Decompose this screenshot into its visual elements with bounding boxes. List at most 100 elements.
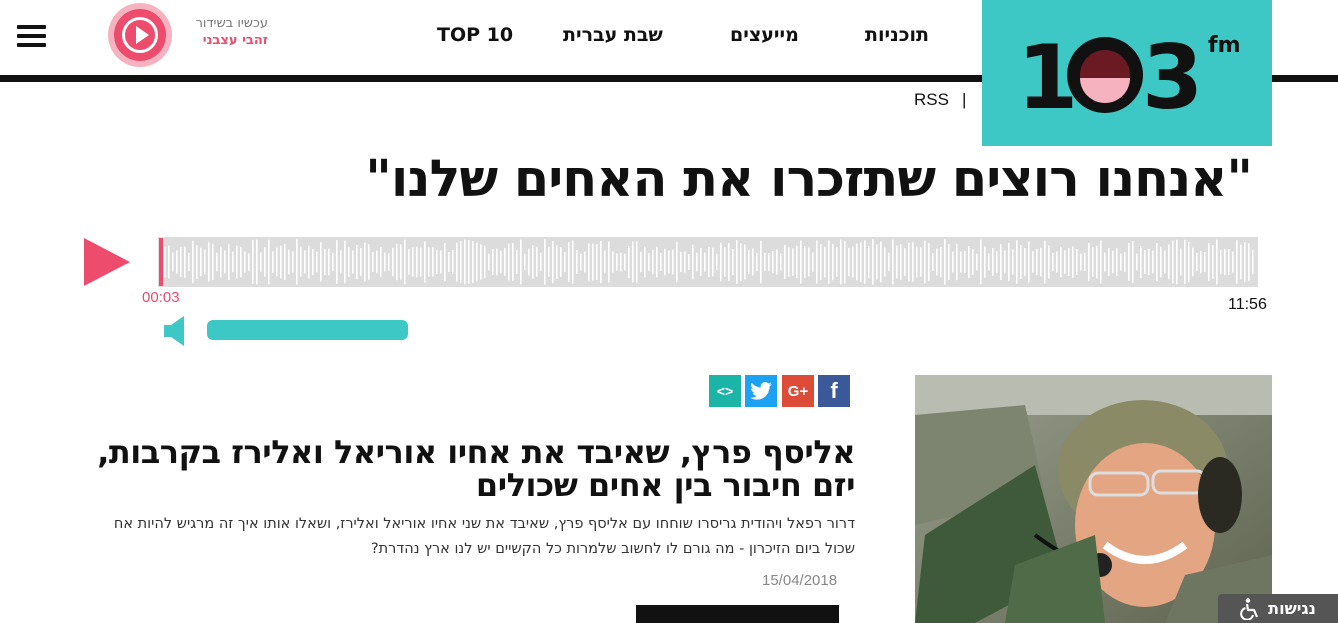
waveform-bar bbox=[332, 252, 334, 272]
waveform-bar bbox=[688, 253, 690, 271]
read-more-button[interactable] bbox=[636, 605, 839, 623]
waveform-bar bbox=[1128, 243, 1130, 281]
waveform-bar bbox=[408, 249, 410, 275]
waveform-bar bbox=[876, 244, 878, 280]
embed-icon[interactable]: <> bbox=[709, 375, 741, 407]
waveform-bar bbox=[912, 242, 914, 282]
waveform-bar bbox=[728, 242, 730, 282]
google-plus-icon[interactable]: G+ bbox=[782, 375, 814, 407]
waveform-bar bbox=[724, 247, 726, 277]
waveform-bar bbox=[244, 251, 246, 273]
waveform-bar bbox=[420, 247, 422, 277]
waveform-bar bbox=[952, 251, 954, 273]
waveform-bar bbox=[756, 252, 758, 272]
waveform-bar bbox=[940, 246, 942, 278]
accessibility-button[interactable]: נגישות bbox=[1218, 594, 1338, 623]
waveform-bar bbox=[1072, 246, 1074, 278]
waveform-bar bbox=[424, 241, 426, 283]
waveform-bar bbox=[180, 247, 182, 277]
waveform-bar bbox=[564, 252, 566, 272]
waveform-bar bbox=[516, 249, 518, 275]
waveform-bar bbox=[508, 243, 510, 281]
waveform-bar bbox=[1200, 250, 1202, 274]
waveform-bar bbox=[624, 253, 626, 271]
waveform-bar bbox=[700, 247, 702, 277]
waveform-bar bbox=[436, 250, 438, 274]
live-now-block[interactable]: עכשיו בשידור זהבי עצבני bbox=[176, 15, 268, 49]
twitter-icon[interactable] bbox=[745, 375, 777, 407]
speaker-icon[interactable] bbox=[164, 316, 186, 350]
playhead[interactable] bbox=[159, 238, 163, 286]
waveform-bar bbox=[600, 240, 602, 284]
waveform-bar bbox=[532, 245, 534, 279]
nav-top10[interactable]: TOP 10 bbox=[437, 24, 513, 46]
site-logo[interactable]: 1 3 fm bbox=[982, 0, 1272, 146]
waveform-bar bbox=[1164, 250, 1166, 274]
waveform-bar bbox=[544, 239, 546, 285]
waveform-bar bbox=[608, 241, 610, 283]
waveform-bar bbox=[468, 240, 470, 284]
nav-shabbat-ivrit[interactable]: שבת עברית bbox=[563, 24, 663, 46]
waveform-bar bbox=[856, 243, 858, 281]
waveform-bar bbox=[924, 240, 926, 284]
live-play-button[interactable] bbox=[108, 3, 172, 67]
nav-meyaatzim[interactable]: מייעצים bbox=[730, 24, 799, 46]
waveform-bar bbox=[360, 247, 362, 277]
volume-slider[interactable] bbox=[207, 320, 408, 340]
waveform-bar bbox=[540, 252, 542, 272]
waveform-bar bbox=[192, 240, 194, 284]
waveform-bar bbox=[692, 244, 694, 280]
waveform-bar bbox=[828, 240, 830, 284]
waveform-bar bbox=[1060, 246, 1062, 278]
waveform-bar bbox=[752, 248, 754, 276]
waveform-bar bbox=[460, 241, 462, 283]
article-headline[interactable]: אליסף פרץ, שאיבד את אחיו אוריאל ואלירז ב… bbox=[65, 436, 855, 502]
nav-programs[interactable]: תוכניות bbox=[865, 24, 929, 46]
waveform-bar bbox=[496, 248, 498, 276]
waveform-bar bbox=[660, 253, 662, 271]
waveform-bar bbox=[844, 240, 846, 284]
waveform-bar bbox=[344, 240, 346, 284]
waveform-bar bbox=[588, 243, 590, 281]
waveform-bar bbox=[656, 246, 658, 278]
waveform-bar bbox=[188, 252, 190, 272]
waveform-bar bbox=[432, 247, 434, 277]
waveform-bar bbox=[764, 252, 766, 272]
waveform-bar bbox=[944, 239, 946, 285]
waveform-bar bbox=[680, 251, 682, 273]
waveform-bar bbox=[520, 239, 522, 285]
waveform-bar bbox=[1212, 245, 1214, 279]
waveform-bar bbox=[640, 251, 642, 273]
waveform-bar bbox=[556, 245, 558, 279]
waveform-bar bbox=[456, 242, 458, 282]
waveform-bar bbox=[748, 249, 750, 275]
waveform-bar bbox=[1176, 239, 1178, 285]
article-photo[interactable] bbox=[915, 375, 1272, 623]
waveform-bar bbox=[1056, 251, 1058, 273]
waveform-bar bbox=[972, 249, 974, 275]
audio-waveform-seekbar[interactable] bbox=[158, 237, 1258, 287]
waveform-bar bbox=[716, 253, 718, 271]
waveform-bar bbox=[168, 245, 170, 279]
waveform-bar bbox=[536, 247, 538, 277]
waveform-bar bbox=[904, 248, 906, 276]
waveform-bar bbox=[860, 242, 862, 282]
waveform-bar bbox=[340, 250, 342, 274]
waveform-bar bbox=[812, 252, 814, 272]
waveform-bar bbox=[1160, 246, 1162, 278]
waveform-bar bbox=[704, 252, 706, 272]
facebook-icon[interactable]: f bbox=[818, 375, 850, 407]
waveform-bar bbox=[796, 245, 798, 279]
waveform-bar bbox=[1184, 239, 1186, 285]
waveform-bar bbox=[632, 241, 634, 283]
waveform-bar bbox=[328, 248, 330, 276]
waveform-bar bbox=[404, 239, 406, 285]
live-show-name[interactable]: זהבי עצבני bbox=[176, 32, 268, 49]
waveform-bar bbox=[512, 242, 514, 282]
play-icon[interactable] bbox=[84, 238, 130, 286]
waveform-bar bbox=[1248, 243, 1250, 281]
rss-link[interactable]: RSS bbox=[914, 90, 949, 110]
hamburger-menu-icon[interactable] bbox=[17, 25, 46, 47]
waveform-bar bbox=[936, 248, 938, 276]
waveform-bar bbox=[620, 252, 622, 272]
